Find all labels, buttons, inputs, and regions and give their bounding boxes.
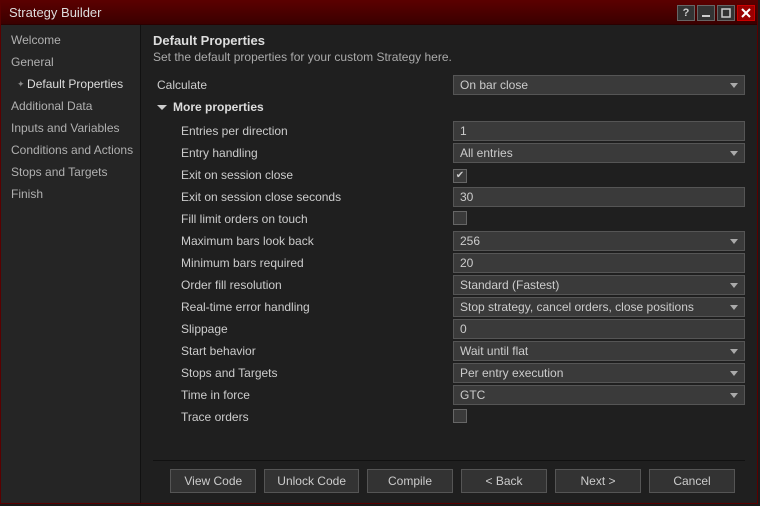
property-row: Exit on session close bbox=[153, 164, 745, 186]
body: Welcome General Default Properties Addit… bbox=[1, 25, 757, 503]
sidebar-item-finish[interactable]: Finish bbox=[1, 183, 140, 205]
property-select-value: 256 bbox=[460, 234, 480, 248]
property-select[interactable]: 256 bbox=[453, 231, 745, 251]
property-text[interactable]: 30 bbox=[453, 187, 745, 207]
more-properties-label: More properties bbox=[173, 100, 264, 114]
property-checkbox[interactable] bbox=[453, 211, 467, 225]
sidebar: Welcome General Default Properties Addit… bbox=[1, 25, 141, 503]
property-row: Trace orders bbox=[153, 406, 745, 428]
sidebar-item-general[interactable]: General bbox=[1, 51, 140, 73]
help-button[interactable]: ? bbox=[677, 5, 695, 21]
sidebar-item-welcome[interactable]: Welcome bbox=[1, 29, 140, 51]
property-row: Time in force GTC bbox=[153, 384, 745, 406]
property-select[interactable]: Stop strategy, cancel orders, close posi… bbox=[453, 297, 745, 317]
property-row: Stops and Targets Per entry execution bbox=[153, 362, 745, 384]
maximize-button[interactable] bbox=[717, 5, 735, 21]
window-title: Strategy Builder bbox=[9, 5, 675, 20]
sidebar-item-additional-data[interactable]: Additional Data bbox=[1, 95, 140, 117]
cancel-button[interactable]: Cancel bbox=[649, 469, 735, 493]
property-label: Stops and Targets bbox=[153, 366, 453, 380]
unlock-code-button[interactable]: Unlock Code bbox=[264, 469, 359, 493]
select-calculate-value: On bar close bbox=[460, 78, 528, 92]
label-calculate: Calculate bbox=[153, 78, 453, 92]
property-row: Start behavior Wait until flat bbox=[153, 340, 745, 362]
property-label: Fill limit orders on touch bbox=[153, 212, 453, 226]
property-select-value: Per entry execution bbox=[460, 366, 563, 380]
property-label: Exit on session close bbox=[153, 168, 453, 182]
sidebar-item-inputs-and-variables[interactable]: Inputs and Variables bbox=[1, 117, 140, 139]
next-button[interactable]: Next > bbox=[555, 469, 641, 493]
property-row: Exit on session close seconds30 bbox=[153, 186, 745, 208]
property-text[interactable]: 20 bbox=[453, 253, 745, 273]
property-row: Fill limit orders on touch bbox=[153, 208, 745, 230]
section-title: Default Properties bbox=[153, 33, 745, 48]
property-label: Entry handling bbox=[153, 146, 453, 160]
property-label: Trace orders bbox=[153, 410, 453, 424]
row-calculate: Calculate On bar close bbox=[153, 74, 745, 96]
property-row: Entries per direction1 bbox=[153, 120, 745, 142]
property-label: Minimum bars required bbox=[153, 256, 453, 270]
view-code-button[interactable]: View Code bbox=[170, 469, 256, 493]
property-row: Slippage0 bbox=[153, 318, 745, 340]
more-properties-toggle[interactable]: More properties bbox=[153, 100, 745, 114]
property-select-value: GTC bbox=[460, 388, 485, 402]
strategy-builder-window: Strategy Builder ? Welcome General Defau… bbox=[0, 0, 758, 504]
titlebar: Strategy Builder ? bbox=[1, 1, 757, 25]
sidebar-item-default-properties[interactable]: Default Properties bbox=[1, 73, 140, 95]
property-label: Start behavior bbox=[153, 344, 453, 358]
property-row: Maximum bars look back 256 bbox=[153, 230, 745, 252]
property-select-value: Wait until flat bbox=[460, 344, 528, 358]
section-subtitle: Set the default properties for your cust… bbox=[153, 50, 745, 64]
property-label: Time in force bbox=[153, 388, 453, 402]
property-text[interactable]: 0 bbox=[453, 319, 745, 339]
chevron-down-icon bbox=[157, 105, 167, 110]
footer: View Code Unlock Code Compile < Back Nex… bbox=[153, 460, 745, 503]
property-label: Order fill resolution bbox=[153, 278, 453, 292]
sidebar-item-stops-and-targets[interactable]: Stops and Targets bbox=[1, 161, 140, 183]
property-row: Minimum bars required20 bbox=[153, 252, 745, 274]
compile-button[interactable]: Compile bbox=[367, 469, 453, 493]
property-label: Maximum bars look back bbox=[153, 234, 453, 248]
back-button[interactable]: < Back bbox=[461, 469, 547, 493]
property-row: Entry handling All entries bbox=[153, 142, 745, 164]
main-panel: Default Properties Set the default prope… bbox=[141, 25, 757, 503]
property-checkbox[interactable] bbox=[453, 169, 467, 183]
property-checkbox[interactable] bbox=[453, 409, 467, 423]
maximize-icon bbox=[721, 8, 731, 18]
property-select[interactable]: GTC bbox=[453, 385, 745, 405]
minimize-icon bbox=[701, 8, 711, 18]
sidebar-item-conditions-and-actions[interactable]: Conditions and Actions bbox=[1, 139, 140, 161]
property-text[interactable]: 1 bbox=[453, 121, 745, 141]
property-select-value: Standard (Fastest) bbox=[460, 278, 559, 292]
property-select-value: Stop strategy, cancel orders, close posi… bbox=[460, 300, 694, 314]
property-label: Real-time error handling bbox=[153, 300, 453, 314]
close-button[interactable] bbox=[737, 5, 755, 21]
property-select[interactable]: Per entry execution bbox=[453, 363, 745, 383]
close-icon bbox=[741, 8, 751, 18]
minimize-button[interactable] bbox=[697, 5, 715, 21]
property-select[interactable]: Standard (Fastest) bbox=[453, 275, 745, 295]
property-select[interactable]: Wait until flat bbox=[453, 341, 745, 361]
property-select-value: All entries bbox=[460, 146, 513, 160]
more-properties-list: Entries per direction1Entry handlingAll … bbox=[153, 120, 745, 428]
property-row: Real-time error handling Stop strategy, c… bbox=[153, 296, 745, 318]
property-label: Entries per direction bbox=[153, 124, 453, 138]
select-calculate[interactable]: On bar close bbox=[453, 75, 745, 95]
property-row: Order fill resolution Standard (Fastest) bbox=[153, 274, 745, 296]
property-label: Slippage bbox=[153, 322, 453, 336]
form-area: Calculate On bar close More properties E… bbox=[153, 74, 745, 460]
property-label: Exit on session close seconds bbox=[153, 190, 453, 204]
property-select[interactable]: All entries bbox=[453, 143, 745, 163]
